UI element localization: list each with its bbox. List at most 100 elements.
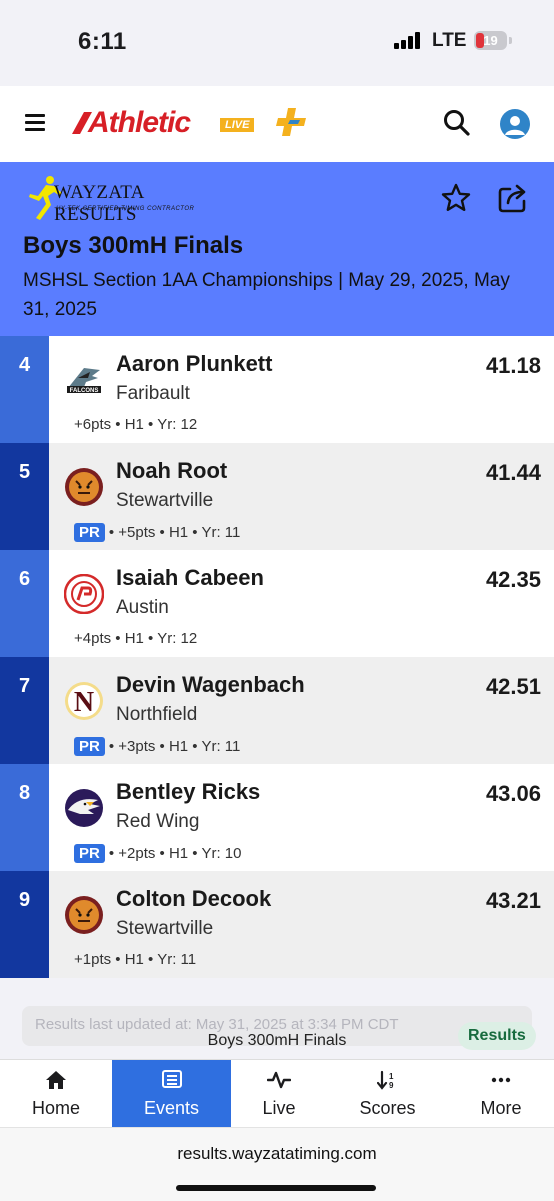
result-row[interactable]: 4 FALCONS Aaron Plunkett Faribault 41.18… [0,336,554,443]
result-details: PR • +3pts • H1 • Yr: 11 [74,737,240,756]
place-cell: 4 [0,336,49,443]
result-mark: 43.06 [485,781,541,806]
place-cell: 8 [0,764,49,871]
result-row[interactable]: 6 Isaiah Cabeen Austin 42.35 +4pts • H1 … [0,550,554,657]
team-name[interactable]: Austin [116,597,169,619]
team-name[interactable]: Faribault [116,383,190,405]
search-icon[interactable] [443,109,471,137]
result-mark: 41.18 [485,353,541,378]
tab-scores[interactable]: 1 9 Scores [327,1060,448,1128]
place-cell: 5 [0,443,49,550]
event-title: Boys 300mH Finals [23,232,244,259]
packers-logo [64,574,104,614]
network-label: LTE [432,30,467,51]
share-icon[interactable] [497,181,529,213]
svg-text:FALCONS: FALCONS [70,388,99,394]
place-number: 9 [18,889,31,911]
place-cell: 9 [0,871,49,978]
result-mark: 42.35 [485,567,541,592]
battery-level: 19 [483,33,498,48]
falcons-logo: FALCONS [67,368,101,394]
details-text: +1pts • H1 • Yr: 11 [74,951,197,968]
athlete-name[interactable]: Colton Decook [116,886,271,912]
result-row[interactable]: 9 Colton Decook Stewartville 43.21 +1pts… [0,871,554,978]
details-text: +4pts • H1 • Yr: 12 [74,630,198,647]
result-row[interactable]: 8 Bentley Ricks Red Wing 43.06 PR • +2pts… [0,764,554,871]
results-list: 4 FALCONS Aaron Plunkett Faribault 41.18… [0,336,554,978]
battery-icon: 19 [474,31,512,50]
place-cell: 7 [0,657,49,764]
result-mark: 42.51 [485,674,541,699]
tigers-logo [65,896,103,934]
sort-icon: 1 9 [376,1070,394,1090]
athlete-name[interactable]: Noah Root [116,458,227,484]
result-details: +6pts • H1 • Yr: 12 [74,416,197,433]
result-row[interactable]: 5 Noah Root Stewartville 41.44 PR • +5pts… [0,443,554,550]
more-icon [491,1077,511,1083]
athlete-name[interactable]: Isaiah Cabeen [116,565,264,591]
tab-events[interactable]: Events [112,1060,231,1128]
result-details: PR • +2pts • H1 • Yr: 10 [74,844,241,863]
svg-text:9: 9 [389,1081,394,1090]
url-text[interactable]: results.wayzatatiming.com [0,1144,554,1164]
team-name[interactable]: Northfield [116,704,197,726]
place-number: 7 [18,675,31,697]
favorite-star-icon[interactable] [440,182,472,214]
tab-label: Scores [359,1098,416,1118]
wingers-logo [65,789,103,827]
result-details: +4pts • H1 • Yr: 12 [74,630,197,647]
timer-tagline: HY-TEK CERTIFIED TIMING CONTRACTOR [56,206,195,212]
athlete-name[interactable]: Aaron Plunkett [116,351,272,377]
result-details: +1pts • H1 • Yr: 11 [74,951,196,968]
pr-badge: PR [74,844,105,863]
tab-more[interactable]: More [448,1060,554,1128]
athlete-name[interactable]: Devin Wagenbach [116,672,305,698]
result-mark: 43.21 [485,888,541,913]
menu-icon[interactable] [25,112,45,132]
logo-text: Athletic [88,106,191,139]
pr-badge: PR [74,523,105,542]
place-number: 8 [18,782,31,804]
place-number: 5 [18,461,31,483]
details-text: • +5pts • H1 • Yr: 11 [108,524,241,541]
details-text: • +3pts • H1 • Yr: 11 [108,738,241,755]
result-row[interactable]: 7 N Devin Wagenbach Northfield 42.51 PR •… [0,657,554,764]
update-banner: Results last updated at: May 31, 2025 at… [0,982,554,1060]
event-meta: MSHSL Section 1AA Championships | May 29… [23,270,510,320]
athlete-name[interactable]: Bentley Ricks [116,779,260,805]
raiders-n-logo: N [65,682,103,720]
team-name[interactable]: Stewartville [116,490,213,512]
svg-text:1: 1 [389,1072,394,1081]
signal-icon [394,31,426,49]
tab-home[interactable]: Home [0,1060,112,1128]
tab-label: Home [31,1098,80,1118]
athletic-live-logo[interactable]: Athletic LIVE [70,106,260,140]
pr-badge: PR [74,737,105,756]
app-header: Athletic LIVE [0,86,554,162]
tab-live[interactable]: Live [231,1060,327,1128]
plus-icon[interactable] [276,106,308,138]
result-mark: 41.44 [485,460,541,485]
home-icon [46,1071,66,1089]
browser-url-bar: results.wayzatatiming.com [0,1127,554,1201]
timer-name: WAYZATA RESULTS [54,182,144,225]
place-number: 4 [18,354,31,376]
bottom-nav: Home Events Live 1 9 Scores More [0,1059,554,1128]
wayzata-results-logo: WAYZATA RESULTS HY-TEK CERTIFIED TIMING … [24,174,224,225]
details-text: • +2pts • H1 • Yr: 10 [108,845,242,862]
list-icon [161,1070,182,1088]
tigers-logo [65,468,103,506]
profile-icon[interactable] [500,109,530,139]
tab-label: Live [262,1098,296,1118]
team-name[interactable]: Red Wing [116,811,199,833]
place-cell: 6 [0,550,49,657]
tab-label: Events [143,1098,200,1118]
result-details: PR • +5pts • H1 • Yr: 11 [74,523,240,542]
last-updated-text: Results last updated at: May 31, 2025 at… [35,1016,399,1033]
logo-badge: LIVE [220,118,255,132]
place-number: 6 [18,568,31,590]
team-name[interactable]: Stewartville [116,918,213,940]
home-indicator [176,1185,376,1191]
results-pill[interactable]: Results [458,1022,536,1050]
status-time: 6:11 [78,28,127,55]
